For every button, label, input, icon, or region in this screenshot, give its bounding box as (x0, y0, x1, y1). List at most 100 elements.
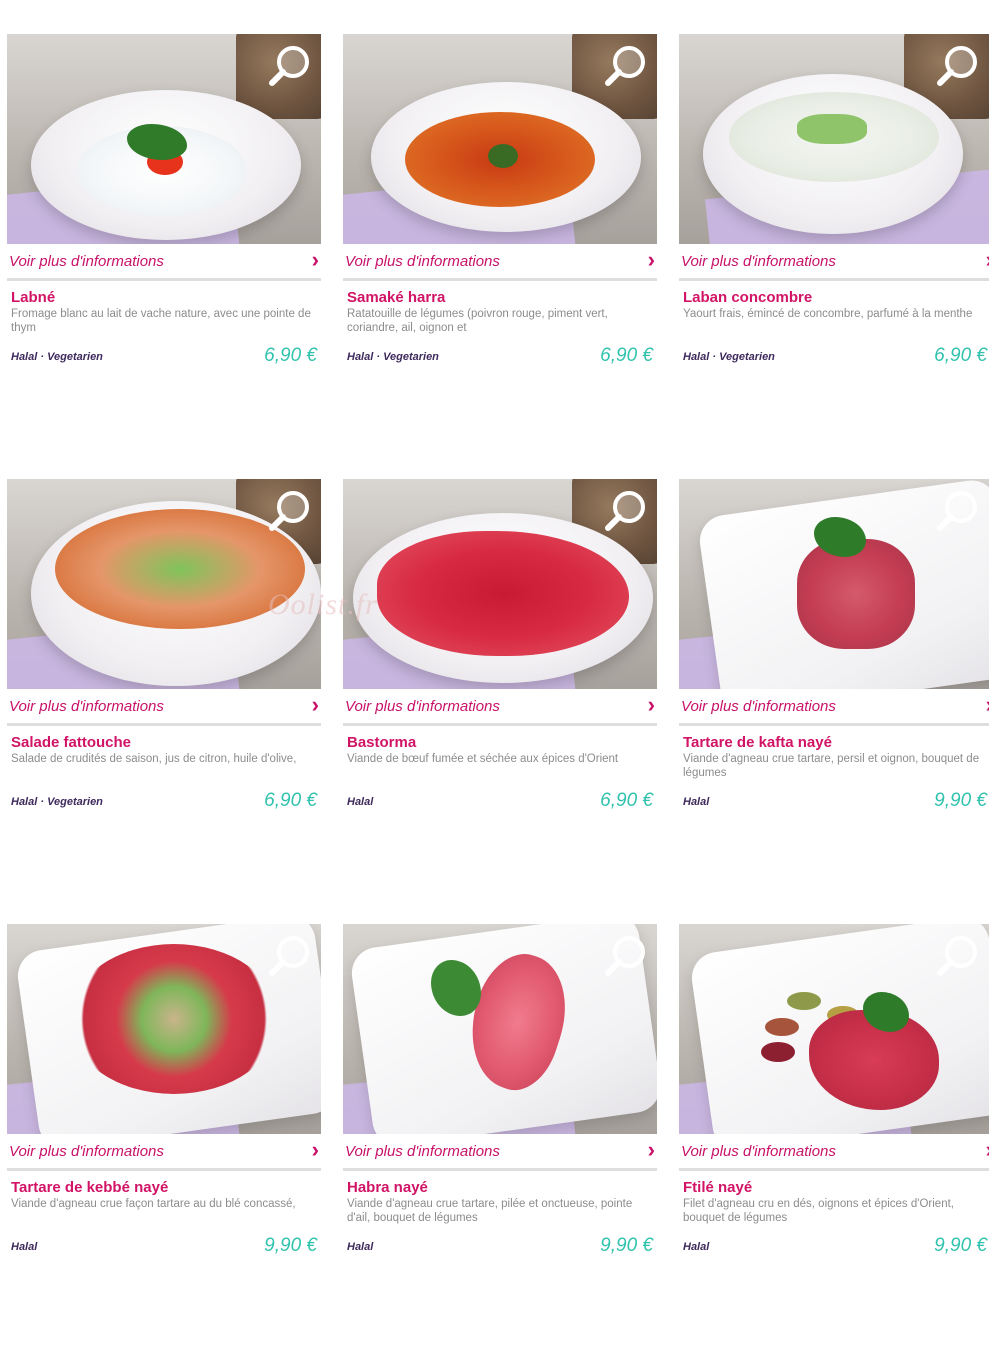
chevron-right-icon: › (647, 692, 655, 717)
dish-tags: Halal (683, 1241, 710, 1253)
chevron-right-icon: › (647, 247, 655, 272)
more-info-label: Voir plus d'informations (9, 697, 164, 715)
more-info-link[interactable]: Voir plus d'informations › (7, 689, 321, 726)
magnifier-icon[interactable] (267, 42, 313, 88)
more-info-link[interactable]: Voir plus d'informations › (679, 689, 989, 726)
dish-meta: Halal · Vegetarien 6,90 € (7, 786, 321, 811)
spice-pile-4 (761, 1042, 795, 1062)
more-info-link[interactable]: Voir plus d'informations › (679, 1134, 989, 1171)
dish-name: Bastorma (347, 734, 417, 751)
dish-name: Salade fattouche (11, 734, 132, 751)
menu-card-labne: Voir plus d'informations › Labné Fromage… (7, 34, 321, 366)
dish-photo[interactable] (679, 924, 989, 1134)
dish-tags: Halal · Vegetarien (11, 796, 103, 808)
dish-description: Viande d'agneau crue façon tartare au du… (11, 1198, 296, 1210)
menu-card-tartare-kafta: Voir plus d'informations › Tartare de ka… (679, 479, 989, 811)
dish-description: Viande d'agneau crue tartare, persil et … (683, 753, 980, 779)
dish-photo[interactable] (343, 479, 657, 689)
chevron-right-icon: › (311, 692, 319, 717)
magnifier-icon[interactable] (935, 932, 981, 978)
menu-card-samake-harra: Voir plus d'informations › Samaké harra … (343, 34, 657, 366)
dish-name: Tartare de kebbé nayé (11, 1179, 169, 1196)
dish-name: Labné (11, 289, 56, 306)
dish-meta: Halal · Vegetarien 6,90 € (679, 341, 989, 366)
menu-card-laban-concombre: Voir plus d'informations › Laban concomb… (679, 34, 989, 366)
spice-pile-1 (787, 992, 821, 1010)
more-info-link[interactable]: Voir plus d'informations › (343, 689, 657, 726)
chevron-right-icon: › (311, 247, 319, 272)
dish-photo[interactable] (343, 34, 657, 244)
dish-photo[interactable] (7, 34, 321, 244)
dish-photo[interactable] (7, 479, 321, 689)
dish-price: 6,90 € (934, 345, 987, 366)
more-info-link[interactable]: Voir plus d'informations › (7, 244, 321, 281)
dish-description: Viande de bœuf fumée et séchée aux épice… (347, 753, 619, 765)
dish-meta: Halal 9,90 € (679, 1231, 989, 1256)
cucumber-garnish (797, 114, 867, 144)
dish-photo[interactable] (679, 34, 989, 244)
dish-price: 9,90 € (600, 1235, 653, 1256)
dish-tags: Halal (11, 1241, 38, 1253)
magnifier-icon[interactable] (603, 487, 649, 533)
magnifier-icon[interactable] (267, 932, 313, 978)
dish-price: 6,90 € (264, 345, 317, 366)
more-info-label: Voir plus d'informations (9, 252, 164, 270)
more-info-label: Voir plus d'informations (345, 252, 500, 270)
dish-price: 9,90 € (934, 790, 987, 811)
dish-name: Tartare de kafta nayé (683, 734, 832, 751)
dish-price: 9,90 € (264, 1235, 317, 1256)
more-info-link[interactable]: Voir plus d'informations › (679, 244, 989, 281)
dish-meta: Halal 9,90 € (679, 786, 989, 811)
dish-tags: Halal (683, 796, 710, 808)
dish-tags: Halal · Vegetarien (11, 351, 103, 363)
dish-description: Viande d'agneau crue tartare, pilée et o… (347, 1198, 633, 1224)
dish-price: 6,90 € (600, 790, 653, 811)
more-info-link[interactable]: Voir plus d'informations › (7, 1134, 321, 1171)
dish-description: Salade de crudités de saison, jus de cit… (11, 753, 297, 765)
more-info-link[interactable]: Voir plus d'informations › (343, 1134, 657, 1171)
magnifier-icon[interactable] (935, 42, 981, 88)
bastorma-slices (377, 531, 629, 656)
dish-photo[interactable] (679, 479, 989, 689)
dish-price: 6,90 € (264, 790, 317, 811)
herb-garnish (488, 144, 518, 168)
dish-description: Fromage blanc au lait de vache nature, a… (11, 308, 311, 334)
dish-photo[interactable] (7, 924, 321, 1134)
chevron-right-icon: › (311, 1137, 319, 1162)
magnifier-icon[interactable] (603, 932, 649, 978)
magnifier-icon[interactable] (267, 487, 313, 533)
dish-meta: Halal · Vegetarien 6,90 € (343, 341, 657, 366)
menu-card-habra: Voir plus d'informations › Habra nayé Vi… (343, 924, 657, 1256)
menu-card-ftile: Voir plus d'informations › Ftilé nayé Fi… (679, 924, 989, 1256)
more-info-label: Voir plus d'informations (345, 1142, 500, 1160)
dish-tags: Halal · Vegetarien (347, 351, 439, 363)
dish-name: Habra nayé (347, 1179, 428, 1196)
dish-tags: Halal (347, 1241, 374, 1253)
magnifier-icon[interactable] (603, 42, 649, 88)
dish-description: Yaourt frais, émincé de concombre, parfu… (683, 308, 973, 320)
dish-tags: Halal · Vegetarien (683, 351, 775, 363)
more-info-label: Voir plus d'informations (681, 1142, 836, 1160)
kebbe-ring (69, 944, 279, 1094)
more-info-label: Voir plus d'informations (9, 1142, 164, 1160)
dish-meta: Halal 9,90 € (7, 1231, 321, 1256)
kafta-tartare (797, 539, 915, 649)
dish-description: Ratatouille de légumes (poivron rouge, p… (347, 308, 608, 334)
menu-card-salade-fattouche: Voir plus d'informations › Salade fattou… (7, 479, 321, 811)
more-info-label: Voir plus d'informations (681, 252, 836, 270)
dish-meta: Halal · Vegetarien 6,90 € (7, 341, 321, 366)
more-info-link[interactable]: Voir plus d'informations › (343, 244, 657, 281)
dish-meta: Halal 9,90 € (343, 1231, 657, 1256)
dish-meta: Halal 6,90 € (343, 786, 657, 811)
dish-name: Ftilé nayé (683, 1179, 753, 1196)
magnifier-icon[interactable] (935, 487, 981, 533)
dish-name: Samaké harra (347, 289, 446, 306)
dish-photo[interactable] (343, 924, 657, 1134)
more-info-label: Voir plus d'informations (681, 697, 836, 715)
dish-price: 9,90 € (934, 1235, 987, 1256)
spice-pile-3 (765, 1018, 799, 1036)
menu-card-tartare-kebbe: Voir plus d'informations › Tartare de ke… (7, 924, 321, 1256)
menu-card-bastorma: Voir plus d'informations › Bastorma Vian… (343, 479, 657, 811)
dish-tags: Halal (347, 796, 374, 808)
dish-name: Laban concombre (683, 289, 813, 306)
